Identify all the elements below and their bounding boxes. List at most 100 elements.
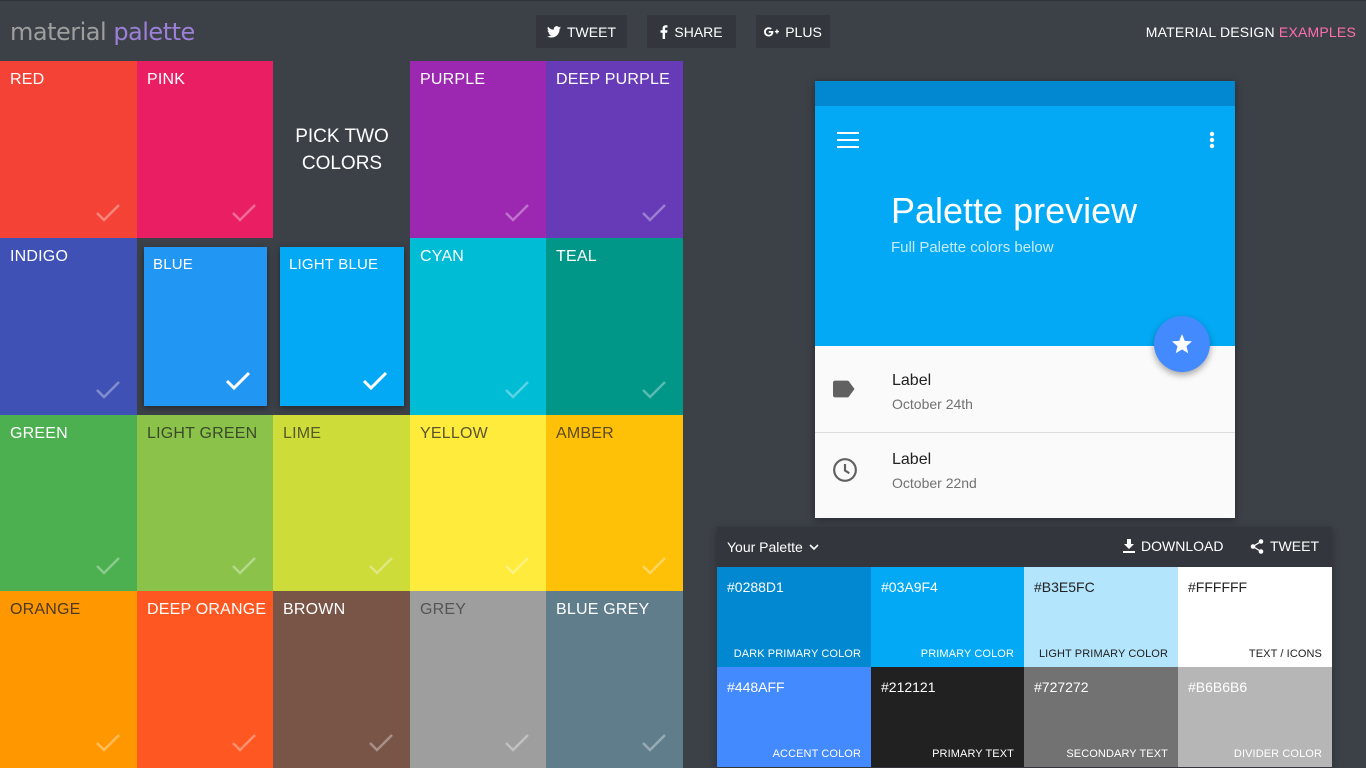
color-tile-label: RED [10,71,45,88]
color-tile-grey[interactable]: GREY [410,591,546,768]
top-bar: material palette TWEET SHARE PLUS MATERI… [0,0,1366,61]
preview-title: Palette preview [891,190,1138,231]
color-tile-pink[interactable]: PINK [137,61,273,238]
color-tile-cyan[interactable]: CYAN [410,238,546,415]
download-button[interactable]: DOWNLOAD [1123,538,1223,554]
your-palette-title: Your Palette [727,539,803,555]
preview-app-bar: Palette preview Full Palette colors belo… [815,106,1235,346]
palette-swatch-divider-color[interactable]: #B6B6B6 DIVIDER COLOR [1178,667,1332,767]
share-button[interactable]: SHARE [647,15,736,48]
swatch-role-name: TEXT / ICONS [1248,648,1322,660]
swatch-role-name: DIVIDER COLOR [1233,748,1322,760]
color-tile-brown[interactable]: BROWN [273,591,410,768]
color-tile-label: YELLOW [420,425,488,442]
swatch-hex-value: #B6B6B6 [1188,679,1248,695]
swatch-role-name: LIGHT PRIMARY COLOR [1038,648,1168,660]
check-icon [96,734,120,752]
check-icon [642,557,666,575]
list-item-date: October 22nd [892,475,977,491]
google-plus-icon [764,26,780,36]
app-logo[interactable]: material palette [10,18,195,46]
check-icon [505,381,529,399]
color-tile-indigo[interactable]: INDIGO [0,238,137,415]
palette-tweet-button[interactable]: TWEET [1250,538,1319,554]
swatch-role-name: SECONDARY TEXT [1066,748,1168,760]
list-item[interactable]: Label October 24th [815,346,1235,432]
material-design-examples-link[interactable]: MATERIAL DESIGN EXAMPLES [1146,24,1356,40]
color-tile-red[interactable]: RED [0,61,137,238]
color-tile-light-blue[interactable]: LIGHT BLUE [280,247,404,406]
palette-swatch-secondary-text[interactable]: #727272 SECONDARY TEXT [1024,667,1178,767]
color-tile-label: CYAN [420,248,465,265]
your-palette-panel: Your Palette DOWNLOAD TWEET #0288D1 DARK … [717,527,1332,768]
palette-swatch-dark-primary-color[interactable]: #0288D1 DARK PRIMARY COLOR [717,567,871,667]
color-tile-label: PURPLE [420,71,486,88]
menu-icon[interactable] [837,132,859,148]
more-vert-icon[interactable] [1209,131,1215,149]
color-tile-label: ORANGE [10,601,81,618]
check-icon [369,734,393,752]
check-icon [232,734,256,752]
color-tile-deep-purple[interactable]: DEEP PURPLE [546,61,683,238]
color-tile-label: LIGHT BLUE [289,256,379,273]
color-tile-amber[interactable]: AMBER [546,415,683,591]
color-tile-label: INDIGO [10,248,69,265]
check-icon [96,557,120,575]
list-item[interactable]: Label October 22nd [815,433,1235,519]
facebook-icon [660,24,668,39]
swatch-hex-value: #727272 [1034,679,1089,695]
swatch-role-name: PRIMARY TEXT [932,748,1014,760]
swatch-hex-value: #212121 [881,679,936,695]
download-icon [1123,539,1135,553]
check-icon [232,204,256,222]
swatch-hex-value: #448AFF [727,679,785,695]
check-icon [642,381,666,399]
download-button-label: DOWNLOAD [1141,538,1224,554]
color-tile-green[interactable]: GREEN [0,415,137,591]
check-icon [642,204,666,222]
your-palette-dropdown[interactable]: Your Palette [727,539,819,555]
color-tile-label: BLUE [153,256,193,273]
clock-icon [833,458,857,482]
swatch-role-name: DARK PRIMARY COLOR [733,648,861,660]
color-tile-label: PINK [147,71,186,88]
preview-subtitle: Full Palette colors below [891,239,1054,256]
swatch-hex-value: #0288D1 [727,579,784,595]
color-tile-teal[interactable]: TEAL [546,238,683,415]
color-tile-blue-grey[interactable]: BLUE GREY [546,591,683,768]
tweet-button-label: TWEET [567,23,616,40]
plus-button-label: PLUS [785,23,822,40]
palette-swatch-light-primary-color[interactable]: #B3E5FC LIGHT PRIMARY COLOR [1024,567,1178,667]
list-item-date: October 24th [892,396,973,412]
pick-prompt-line-2: COLORS [301,152,383,174]
check-icon [96,204,120,222]
tweet-button[interactable]: TWEET [536,15,627,48]
palette-toolbar: Your Palette DOWNLOAD TWEET [717,527,1332,567]
color-tile-label: BROWN [283,601,346,618]
color-tile-light-green[interactable]: LIGHT GREEN [137,415,273,591]
color-tile-deep-orange[interactable]: DEEP ORANGE [137,591,273,768]
color-tile-blue[interactable]: BLUE [144,247,267,406]
color-tile-yellow[interactable]: YELLOW [410,415,546,591]
check-icon [505,204,529,222]
logo-text-material: material [10,18,107,46]
check-icon [96,381,120,399]
palette-tweet-button-label: TWEET [1270,538,1319,554]
color-tile-purple[interactable]: PURPLE [410,61,546,238]
chevron-down-icon [809,544,819,550]
palette-swatch-primary-color[interactable]: #03A9F4 PRIMARY COLOR [871,567,1024,667]
color-tile-orange[interactable]: ORANGE [0,591,137,768]
plus-button[interactable]: PLUS [756,15,830,48]
link-text-examples: EXAMPLES [1278,24,1356,40]
list-item-label: Label [892,372,932,389]
logo-text-palette: palette [113,18,195,46]
color-tile-label: LIME [283,425,322,442]
palette-swatch-accent-color[interactable]: #448AFF ACCENT COLOR [717,667,871,767]
swatch-hex-value: #FFFFFF [1188,579,1248,595]
palette-swatch-text-icons[interactable]: #FFFFFF TEXT / ICONS [1178,567,1332,667]
pick-prompt-line-1: PICK TWO [295,125,389,147]
palette-preview-card: Palette preview Full Palette colors belo… [815,81,1235,518]
color-tile-lime[interactable]: LIME [273,415,410,591]
palette-swatch-primary-text[interactable]: #212121 PRIMARY TEXT [871,667,1024,767]
color-tile-label: DEEP ORANGE [147,601,267,618]
